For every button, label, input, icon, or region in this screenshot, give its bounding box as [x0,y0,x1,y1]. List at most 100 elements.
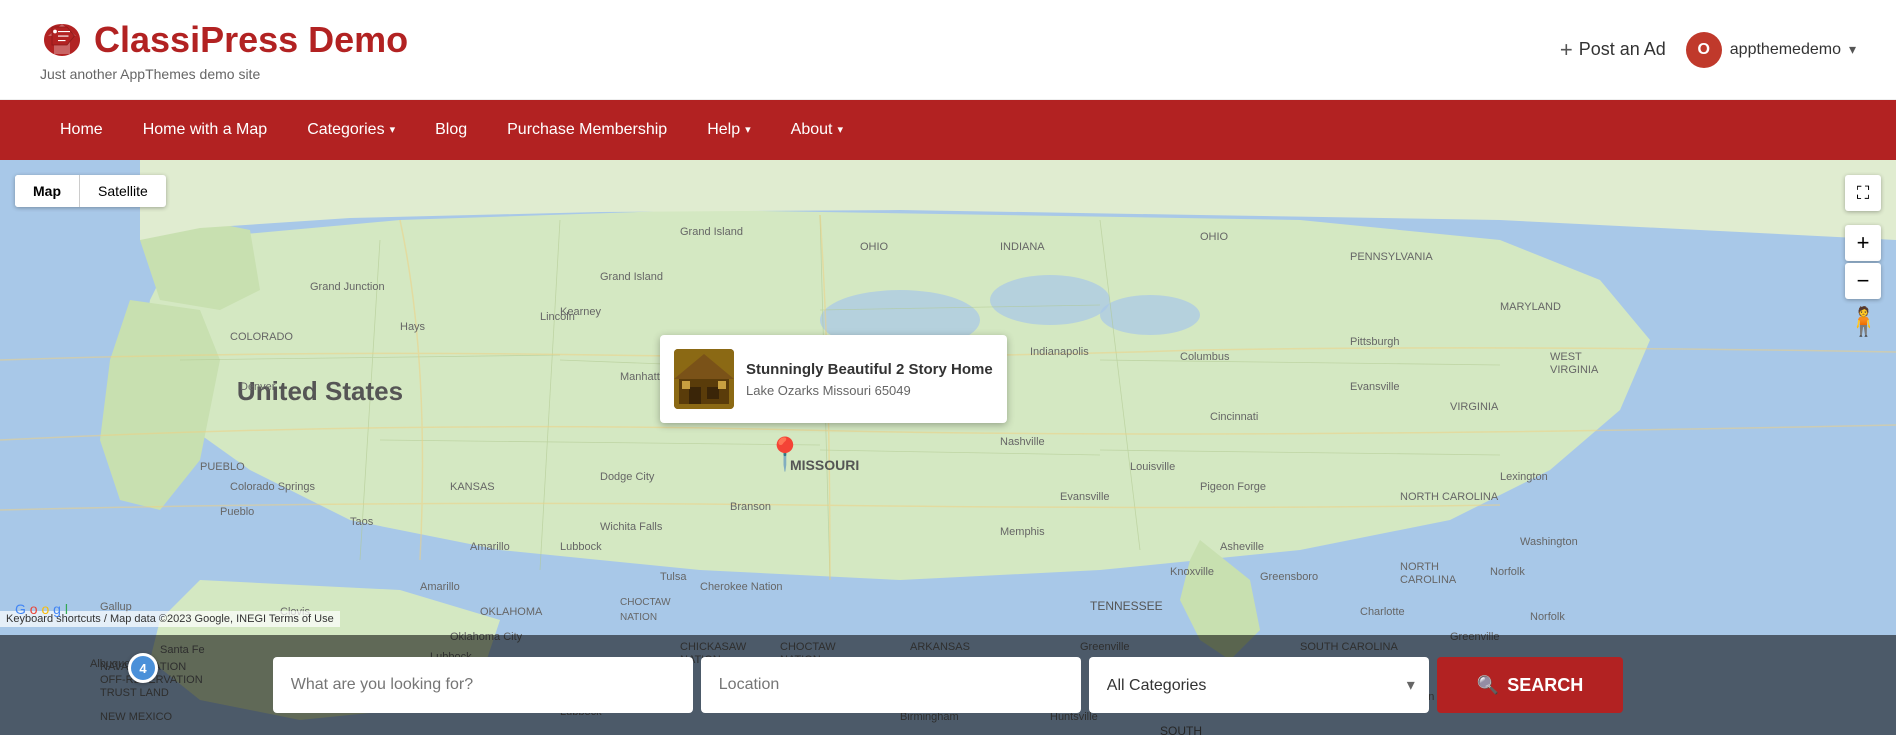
popup-title: Stunningly Beautiful 2 Story Home [746,360,993,380]
svg-text:MARYLAND: MARYLAND [1500,301,1561,313]
svg-text:TENNESSEE: TENNESSEE [1090,599,1163,613]
map-fullscreen-button[interactable]: ⛶ [1845,175,1881,211]
search-what-input[interactable] [273,657,693,713]
svg-text:Amarillo: Amarillo [420,581,460,593]
svg-text:NORTH: NORTH [1400,561,1439,573]
map-container[interactable]: United States COLORADO PUEBLO KANSAS OKL… [0,160,1896,735]
svg-text:KANSAS: KANSAS [450,481,495,493]
nav-link-blog[interactable]: Blog [415,100,487,160]
svg-text:Tulsa: Tulsa [660,571,687,583]
svg-text:Lubbock: Lubbock [560,541,602,553]
user-menu[interactable]: O appthemedemo ▾ [1686,32,1856,68]
svg-text:NATION: NATION [620,612,657,623]
svg-text:Grand Junction: Grand Junction [310,281,385,293]
site-nav: Home Home with a Map Categories ▾ Blog P… [0,100,1896,160]
nav-link-home-map[interactable]: Home with a Map [123,100,288,160]
svg-text:Cincinnati: Cincinnati [1210,411,1258,423]
map-type-satellite-button[interactable]: Satellite [80,175,166,207]
svg-text:Charlotte: Charlotte [1360,606,1405,618]
search-what-wrap [273,657,693,713]
search-category-wrap: All Categories Real Estate Vehicles Jobs… [1089,657,1429,713]
svg-text:Norfolk: Norfolk [1490,566,1525,578]
svg-text:NORTH CAROLINA: NORTH CAROLINA [1400,491,1499,503]
svg-text:Pigeon Forge: Pigeon Forge [1200,481,1266,493]
svg-text:Grand Island: Grand Island [600,271,663,283]
svg-text:Grand Island: Grand Island [680,226,743,238]
nav-link-purchase[interactable]: Purchase Membership [487,100,687,160]
svg-text:Denver: Denver [240,381,276,393]
nav-link-home[interactable]: Home [40,100,123,160]
svg-text:VIRGINIA: VIRGINIA [1450,401,1499,413]
svg-text:G o o: G o o g l e [15,601,70,617]
map-zoom-in-button[interactable]: + [1845,225,1881,261]
search-category-select[interactable]: All Categories Real Estate Vehicles Jobs… [1089,657,1429,713]
svg-text:Nashville: Nashville [1000,436,1045,448]
svg-text:Greensboro: Greensboro [1260,571,1318,583]
svg-text:Amarillo: Amarillo [470,541,510,553]
svg-text:Washington: Washington [1520,536,1578,548]
search-submit-button[interactable]: 🔍 SEARCH [1437,657,1623,713]
svg-text:Dodge City: Dodge City [600,471,655,483]
nav-item-home: Home [40,100,123,160]
svg-text:Asheville: Asheville [1220,541,1264,553]
site-logo-icon [40,18,84,62]
user-menu-chevron-icon: ▾ [1849,41,1856,58]
site-title-text: ClassiPress Demo [94,19,408,61]
svg-text:Lincoln: Lincoln [540,311,575,323]
svg-text:PENNSYLVANIA: PENNSYLVANIA [1350,251,1433,263]
svg-text:Louisville: Louisville [1130,461,1175,473]
svg-text:Evansville: Evansville [1060,491,1110,503]
user-name-label: appthemedemo [1730,41,1841,59]
nav-link-about[interactable]: About ▾ [771,100,863,160]
map-pin-marker[interactable]: 📍 [765,435,805,473]
user-avatar: O [1686,32,1722,68]
popup-image-inner [674,349,734,409]
svg-text:Memphis: Memphis [1000,526,1045,538]
map-pegman-icon[interactable]: 🧍 [1846,305,1881,338]
svg-text:OKLAHOMA: OKLAHOMA [480,606,543,618]
nav-link-categories[interactable]: Categories ▾ [287,100,415,160]
svg-text:Cherokee Nation: Cherokee Nation [700,581,783,593]
nav-item-about: About ▾ [771,100,863,160]
nav-item-blog: Blog [415,100,487,160]
svg-text:PUEBLO: PUEBLO [200,461,245,473]
header-right: + Post an Ad O appthemedemo ▾ [1560,32,1856,68]
site-title-link[interactable]: ClassiPress Demo [40,18,408,62]
popup-location: Lake Ozarks Missouri 65049 [746,383,993,398]
post-ad-label: Post an Ad [1579,39,1666,60]
map-listing-popup[interactable]: Stunningly Beautiful 2 Story Home Lake O… [660,335,1007,423]
post-ad-button[interactable]: + Post an Ad [1560,37,1666,63]
nav-list: Home Home with a Map Categories ▾ Blog P… [40,100,863,160]
nav-item-home-map: Home with a Map [123,100,288,160]
plus-icon: + [1560,37,1573,63]
search-icon: 🔍 [1477,675,1499,696]
svg-text:Wichita Falls: Wichita Falls [600,521,663,533]
site-tagline: Just another AppThemes demo site [40,66,408,82]
nav-link-help[interactable]: Help ▾ [687,100,770,160]
map-cluster-marker[interactable]: 4 [128,653,158,683]
svg-text:CHOCTAW: CHOCTAW [620,597,671,608]
search-bar: All Categories Real Estate Vehicles Jobs… [0,635,1896,735]
map-type-controls: Map Satellite [15,175,166,207]
svg-text:Hays: Hays [400,321,426,333]
search-location-input[interactable] [701,657,1081,713]
svg-text:WEST: WEST [1550,351,1582,363]
svg-text:OHIO: OHIO [1200,231,1229,243]
map-zoom-controls: + − [1845,225,1881,301]
help-chevron-icon: ▾ [745,100,751,160]
fullscreen-icon: ⛶ [1857,183,1870,204]
map-type-map-button[interactable]: Map [15,175,79,207]
svg-text:INDIANA: INDIANA [1000,241,1045,253]
svg-text:Norfolk: Norfolk [1530,611,1565,623]
popup-info: Stunningly Beautiful 2 Story Home Lake O… [746,360,993,399]
svg-text:Pueblo: Pueblo [220,506,254,518]
map-zoom-out-button[interactable]: − [1845,263,1881,299]
svg-text:Columbus: Columbus [1180,351,1230,363]
nav-item-help: Help ▾ [687,100,770,160]
svg-text:Branson: Branson [730,501,771,513]
svg-text:OHIO: OHIO [860,241,889,253]
svg-text:Pittsburgh: Pittsburgh [1350,336,1400,348]
about-chevron-icon: ▾ [837,100,843,160]
search-button-label: SEARCH [1507,675,1583,696]
svg-text:Taos: Taos [350,516,374,528]
